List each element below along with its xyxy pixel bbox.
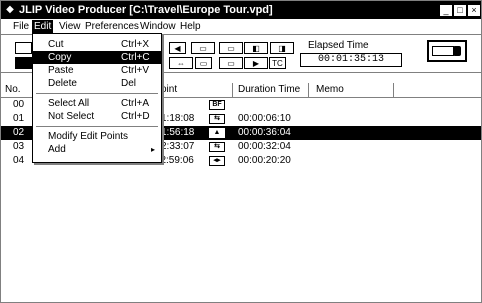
scene-button[interactable] — [15, 57, 32, 69]
vcr-icon — [432, 46, 454, 56]
row-number: 01 — [13, 113, 25, 124]
mark-in-button[interactable] — [15, 42, 32, 54]
menu-item-add[interactable]: Add ▸ — [33, 143, 161, 156]
menu-separator — [36, 93, 158, 94]
transition-icon: ▲ — [209, 128, 225, 138]
menu-item-paste[interactable]: Paste Ctrl+V — [33, 64, 161, 77]
title-bar: ◆ JLIP Video Producer [C:\Travel\Europe … — [1, 1, 481, 19]
menu-separator — [36, 126, 158, 127]
app-window: ◆ JLIP Video Producer [C:\Travel\Europe … — [0, 0, 482, 303]
transition-icon: ⇆ — [209, 142, 225, 152]
submenu-arrow-icon: ▸ — [151, 145, 156, 154]
menu-item-modify-edit-points[interactable]: Modify Edit Points — [33, 130, 161, 143]
elapsed-time-label: Elapsed Time — [308, 40, 369, 51]
menu-help[interactable]: Help — [178, 20, 203, 33]
row-number: 02 — [13, 127, 25, 138]
vcr-knob-icon — [453, 46, 461, 56]
elapsed-time-display: 00:01:35:13 — [300, 53, 402, 67]
scroll-button[interactable]: ▭ — [219, 57, 243, 69]
col-memo[interactable]: Memo — [316, 84, 344, 96]
row-number: 04 — [13, 155, 25, 166]
maximize-button[interactable]: □ — [453, 4, 467, 17]
col-out-point[interactable]: oint — [161, 84, 177, 96]
duration-time: 00:00:36:04 — [238, 127, 291, 138]
window-title: JLIP Video Producer [C:\Travel\Europe To… — [19, 4, 273, 16]
menu-item-not-select[interactable]: Not Select Ctrl+D — [33, 110, 161, 123]
prev-button[interactable]: ◀ — [169, 42, 186, 54]
row-number: 03 — [13, 141, 25, 152]
transition-icon: ◂▸ — [209, 156, 225, 166]
duration-time: 00:00:32:04 — [238, 141, 291, 152]
slide-button[interactable]: ⇔ — [169, 57, 193, 69]
black-fade-icon: BF — [209, 100, 225, 110]
vcr-deck-button[interactable] — [427, 40, 467, 62]
edit-menu-dropdown: Cut Ctrl+X Copy Ctrl+C Paste Ctrl+V Dele… — [32, 33, 162, 163]
app-icon: ◆ — [6, 4, 14, 15]
split-button[interactable]: ◧ — [244, 42, 268, 54]
timecode-button[interactable]: TC — [269, 57, 286, 69]
column-divider — [232, 83, 233, 97]
shutter-button[interactable]: ▶ — [244, 57, 268, 69]
menu-item-delete[interactable]: Delete Del — [33, 77, 161, 90]
column-divider — [393, 83, 394, 97]
col-duration[interactable]: Duration Time — [238, 84, 300, 96]
menu-file[interactable]: File — [11, 20, 31, 33]
menu-edit[interactable]: Edit — [32, 20, 54, 33]
menu-preferences[interactable]: Preferences — [83, 20, 141, 33]
wipe-button[interactable]: ▭ — [219, 42, 243, 54]
close-button[interactable]: × — [467, 4, 481, 17]
row-number: 00 — [13, 99, 25, 110]
col-no[interactable]: No. — [5, 84, 21, 96]
door-button[interactable]: ▭ — [195, 57, 212, 69]
menu-view[interactable]: View — [57, 20, 83, 33]
fade-button[interactable]: ▭ — [191, 42, 215, 54]
mosaic-button[interactable]: ◨ — [270, 42, 294, 54]
menu-item-select-all[interactable]: Select All Ctrl+A — [33, 97, 161, 110]
out-point: 2:33:07 — [161, 141, 195, 152]
out-point: 1:56:18 — [161, 127, 195, 138]
out-point: 1:18:08 — [161, 113, 195, 124]
column-divider — [308, 83, 309, 97]
minimize-button[interactable]: _ — [439, 4, 453, 17]
menu-window[interactable]: Window — [138, 20, 178, 33]
menu-item-cut[interactable]: Cut Ctrl+X — [33, 38, 161, 51]
menu-item-copy[interactable]: Copy Ctrl+C — [33, 51, 161, 64]
transition-icon: ⇆ — [209, 114, 225, 124]
duration-time: 00:00:06:10 — [238, 113, 291, 124]
duration-time: 00:00:20:20 — [238, 155, 291, 166]
